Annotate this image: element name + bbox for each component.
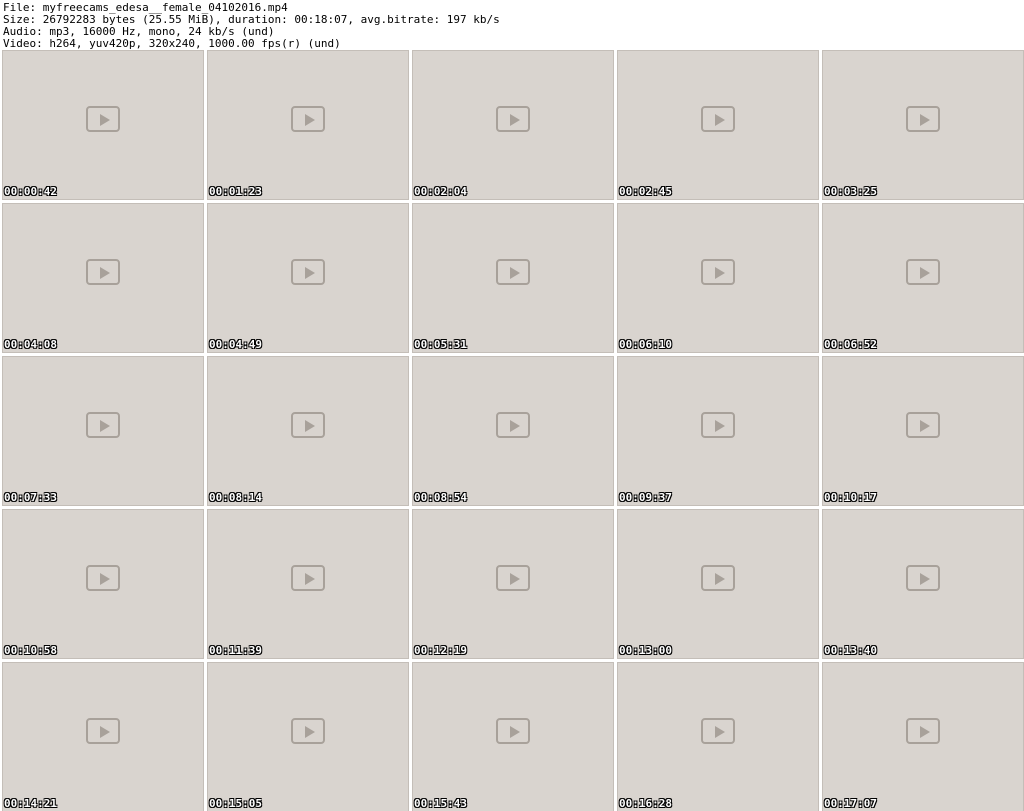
frame-timestamp: 00:13:40 [824, 644, 877, 657]
video-frame-icon [291, 565, 325, 592]
video-frame-thumbnail: 00:11:39 [207, 509, 409, 659]
video-frame-thumbnail: 00:09:37 [617, 356, 819, 506]
video-frame-thumbnail: 00:08:54 [412, 356, 614, 506]
video-frame-thumbnail: 00:15:05 [207, 662, 409, 811]
video-frame-thumbnail: 00:05:31 [412, 203, 614, 353]
video-frame-icon [291, 106, 325, 133]
video-frame-icon [906, 412, 940, 439]
video-frame-thumbnail: 00:02:45 [617, 50, 819, 200]
video-frame-thumbnail: 00:17:07 [822, 662, 1024, 811]
video-frame-thumbnail: 00:02:04 [412, 50, 614, 200]
video-frame-icon [701, 412, 735, 439]
video-frame-icon [701, 259, 735, 286]
frame-timestamp: 00:10:58 [4, 644, 57, 657]
frame-timestamp: 00:06:52 [824, 338, 877, 351]
video-frame-thumbnail: 00:10:17 [822, 356, 1024, 506]
video-frame-thumbnail: 00:15:43 [412, 662, 614, 811]
video-frame-thumbnail: 00:06:10 [617, 203, 819, 353]
video-frame-icon [496, 412, 530, 439]
frame-timestamp: 00:12:19 [414, 644, 467, 657]
video-frame-thumbnail: 00:12:19 [412, 509, 614, 659]
frame-timestamp: 00:15:05 [209, 797, 262, 810]
video-frame-icon [496, 259, 530, 286]
video-frame-thumbnail: 00:00:42 [2, 50, 204, 200]
video-frame-thumbnail: 00:04:08 [2, 203, 204, 353]
video-frame-icon [86, 106, 120, 133]
frame-timestamp: 00:08:14 [209, 491, 262, 504]
video-frame-thumbnail: 00:06:52 [822, 203, 1024, 353]
frame-timestamp: 00:05:31 [414, 338, 467, 351]
video-frame-icon [86, 412, 120, 439]
video-frame-thumbnail: 00:08:14 [207, 356, 409, 506]
video-frame-thumbnail: 00:14:21 [2, 662, 204, 811]
video-frame-icon [496, 718, 530, 745]
video-frame-thumbnail: 00:04:49 [207, 203, 409, 353]
video-info: Video: h264, yuv420p, 320x240, 1000.00 f… [3, 37, 341, 50]
frame-timestamp: 00:10:17 [824, 491, 877, 504]
video-frame-thumbnail: 00:13:40 [822, 509, 1024, 659]
video-frame-thumbnail: 00:07:33 [2, 356, 204, 506]
frame-timestamp: 00:07:33 [4, 491, 57, 504]
frame-timestamp: 00:08:54 [414, 491, 467, 504]
video-frame-thumbnail: 00:16:28 [617, 662, 819, 811]
video-frame-thumbnail: 00:03:25 [822, 50, 1024, 200]
frame-timestamp: 00:11:39 [209, 644, 262, 657]
frame-timestamp: 00:02:04 [414, 185, 467, 198]
frame-timestamp: 00:04:08 [4, 338, 57, 351]
video-frame-icon [701, 106, 735, 133]
frame-timestamp: 00:09:37 [619, 491, 672, 504]
video-frame-thumbnail: 00:13:00 [617, 509, 819, 659]
video-frame-icon [86, 718, 120, 745]
video-frame-thumbnail: 00:10:58 [2, 509, 204, 659]
frame-timestamp: 00:03:25 [824, 185, 877, 198]
video-frame-icon [906, 106, 940, 133]
video-frame-thumbnail: 00:01:23 [207, 50, 409, 200]
video-frame-icon [291, 412, 325, 439]
video-frame-icon [86, 259, 120, 286]
video-frame-icon [906, 259, 940, 286]
frame-timestamp: 00:01:23 [209, 185, 262, 198]
frame-timestamp: 00:04:49 [209, 338, 262, 351]
file-info: File: myfreecams_edesa__female_04102016.… [0, 0, 1024, 50]
video-frame-icon [291, 718, 325, 745]
frame-timestamp: 00:16:28 [619, 797, 672, 810]
video-frame-icon [496, 106, 530, 133]
thumbnail-grid: 00:00:42 00:01:23 00:02:04 00:02:45 00:03:25… [0, 50, 1024, 811]
video-frame-icon [496, 565, 530, 592]
video-frame-icon [86, 565, 120, 592]
frame-timestamp: 00:06:10 [619, 338, 672, 351]
video-frame-icon [906, 565, 940, 592]
frame-timestamp: 00:14:21 [4, 797, 57, 810]
video-frame-icon [291, 259, 325, 286]
frame-timestamp: 00:17:07 [824, 797, 877, 810]
frame-timestamp: 00:13:00 [619, 644, 672, 657]
frame-timestamp: 00:02:45 [619, 185, 672, 198]
frame-timestamp: 00:00:42 [4, 185, 57, 198]
video-frame-icon [906, 718, 940, 745]
frame-timestamp: 00:15:43 [414, 797, 467, 810]
video-frame-icon [701, 718, 735, 745]
video-frame-icon [701, 565, 735, 592]
